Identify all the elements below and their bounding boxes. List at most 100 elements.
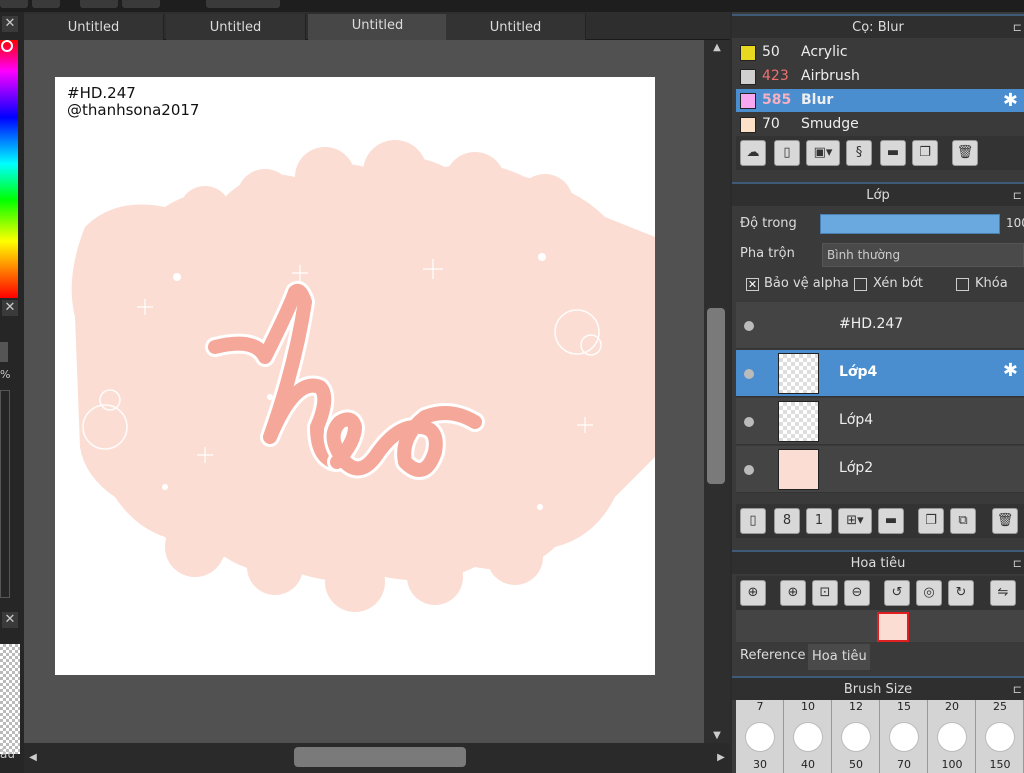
brush-name: Blur — [801, 92, 834, 108]
pin-icon[interactable]: ⊏ — [1013, 552, 1022, 576]
toolbar-button[interactable] — [0, 0, 28, 8]
drawing-canvas[interactable]: #HD.247 @thanhsona2017 — [55, 77, 655, 675]
close-icon[interactable]: ✕ — [2, 16, 18, 32]
folder-icon[interactable]: ▬ — [878, 508, 904, 534]
tab-reference[interactable]: Reference — [736, 644, 806, 668]
artwork — [71, 140, 655, 612]
close-icon[interactable]: ✕ — [2, 300, 18, 316]
folder-icon[interactable]: ▬ — [880, 140, 906, 166]
brush-panel-title-text: Cọ: Blur — [852, 20, 904, 35]
reset-view-icon[interactable]: ◎ — [916, 580, 942, 606]
tab-untitled-2[interactable]: Untitled — [166, 14, 306, 40]
panel-label: àu — [0, 747, 15, 761]
tab-untitled-3[interactable]: Untitled — [308, 14, 448, 40]
layer-row[interactable]: Lớp2 — [736, 446, 1024, 493]
tab-navigator[interactable]: Hoa tiêu — [808, 644, 870, 670]
blend-mode-select[interactable]: Bình thường — [822, 243, 1024, 267]
new-layer-icon[interactable]: ▯ — [740, 508, 766, 534]
panel-button[interactable] — [0, 342, 8, 362]
cloud-download-icon[interactable]: ☁ — [740, 140, 766, 166]
visibility-icon[interactable] — [744, 417, 754, 427]
merge-icon[interactable]: ⧉ — [950, 508, 976, 534]
rotate-left-icon[interactable]: ↺ — [884, 580, 910, 606]
brush-item-airbrush[interactable]: 423 Airbrush — [736, 65, 1024, 88]
scroll-left-icon[interactable]: ◀ — [24, 752, 42, 763]
layout-icon[interactable] — [32, 0, 60, 8]
gear-icon[interactable]: ✱ — [1003, 360, 1018, 381]
canvas-workspace[interactable]: #HD.247 @thanhsona2017 — [24, 40, 704, 743]
navigator-thumbnail — [877, 612, 909, 642]
layer-row[interactable]: Lớp4 ✱ — [736, 350, 1024, 397]
document-tabs: Untitled Untitled Untitled Untitled — [24, 12, 730, 40]
visibility-icon[interactable] — [744, 321, 754, 331]
lock-checkbox[interactable] — [956, 278, 969, 291]
layer-row[interactable]: Lớp4 — [736, 398, 1024, 445]
blend-label: Pha trộn — [740, 246, 795, 261]
left-color-panel: ✕ ✕ % ✕ àu — [0, 12, 24, 773]
toolbar-button[interactable] — [206, 0, 280, 8]
hue-slider[interactable] — [0, 40, 18, 298]
close-icon[interactable]: ✕ — [2, 612, 18, 628]
horizontal-scrollbar[interactable]: ◀ ▶ — [24, 743, 730, 773]
opacity-slider[interactable] — [820, 214, 1000, 234]
scroll-right-icon[interactable]: ▶ — [712, 752, 730, 763]
brush-size-title-text: Brush Size — [843, 682, 913, 697]
hue-picker-ring[interactable] — [1, 40, 13, 52]
opacity-label: Độ trong — [740, 216, 797, 231]
tab-untitled-4[interactable]: Untitled — [446, 14, 586, 40]
scroll-down-icon[interactable]: ▼ — [708, 730, 726, 741]
duplicate-icon[interactable]: ❐ — [918, 508, 944, 534]
tab-untitled-1[interactable]: Untitled — [24, 14, 164, 40]
layer-8bit-icon[interactable]: 8 — [774, 508, 800, 534]
visibility-icon[interactable] — [744, 465, 754, 475]
protect-alpha-label: Bảo vệ alpha — [764, 276, 849, 291]
clip-label: Xén bớt — [873, 276, 923, 291]
clip-checkbox[interactable] — [854, 278, 867, 291]
layer-thumbnail — [778, 353, 819, 394]
brush-color-swatch — [740, 93, 756, 109]
layer-panel-title: Lớp ⊏ — [732, 182, 1024, 206]
new-brush-icon[interactable]: ▯ — [774, 140, 800, 166]
pin-icon[interactable]: ⊏ — [1013, 184, 1022, 208]
brush-size: 70 — [762, 116, 780, 132]
vertical-scrollbar[interactable]: ▲ ▼ — [704, 40, 730, 743]
slider-track[interactable] — [0, 390, 10, 598]
layer-1bit-icon[interactable]: 1 — [806, 508, 832, 534]
top-toolbar — [0, 0, 1024, 12]
visibility-icon[interactable] — [744, 369, 754, 379]
transparency-swatch — [0, 644, 20, 754]
layer-name: #HD.247 — [839, 316, 904, 332]
navigator-preview[interactable] — [736, 610, 1024, 642]
horizontal-scroll-thumb[interactable] — [294, 747, 466, 767]
watermark-line2: @thanhsona2017 — [67, 101, 200, 119]
fit-window-icon[interactable]: ⊡ — [812, 580, 838, 606]
duplicate-icon[interactable]: ❐ — [912, 140, 938, 166]
zoom-in-icon[interactable]: ⊕ — [780, 580, 806, 606]
gear-icon[interactable]: ✱ — [1003, 89, 1018, 112]
layer-row[interactable]: #HD.247 — [736, 302, 1024, 349]
protect-alpha-checkbox[interactable]: ✕ — [746, 278, 759, 291]
toolbar-button[interactable] — [122, 0, 160, 8]
brush-settings-icon[interactable]: § — [846, 140, 872, 166]
vertical-scroll-thumb[interactable] — [707, 308, 725, 484]
zoom-out-icon[interactable]: ⊖ — [844, 580, 870, 606]
percent-label: % — [0, 368, 11, 381]
scroll-up-icon[interactable]: ▲ — [708, 42, 726, 53]
navigator-toolbar: ⊕ ⊕ ⊡ ⊖ ↺ ◎ ↻ ⇋ — [736, 576, 1024, 610]
pin-icon[interactable]: ⊏ — [1013, 678, 1022, 702]
layer-thumbnail — [778, 305, 819, 346]
trash-icon[interactable]: 🗑 — [992, 508, 1018, 534]
flip-icon[interactable]: ⇋ — [990, 580, 1016, 606]
pin-icon[interactable]: ⊏ — [1013, 16, 1022, 40]
zoom-fit-icon[interactable]: ⊕ — [740, 580, 766, 606]
layer-name: Lớp4 — [839, 412, 874, 428]
trash-icon[interactable]: 🗑 — [952, 140, 978, 166]
add-brush-dropdown-icon[interactable]: ▣▾ — [806, 140, 840, 166]
brush-item-smudge[interactable]: 70 Smudge — [736, 113, 1024, 136]
add-layer-dropdown-icon[interactable]: ⊞▾ — [838, 508, 872, 534]
brush-size: 423 — [762, 68, 789, 84]
rotate-right-icon[interactable]: ↻ — [948, 580, 974, 606]
toolbar-button[interactable] — [80, 0, 118, 8]
brush-item-acrylic[interactable]: 50 Acrylic — [736, 41, 1024, 64]
brush-item-blur[interactable]: 585 Blur ✱ — [736, 89, 1024, 112]
